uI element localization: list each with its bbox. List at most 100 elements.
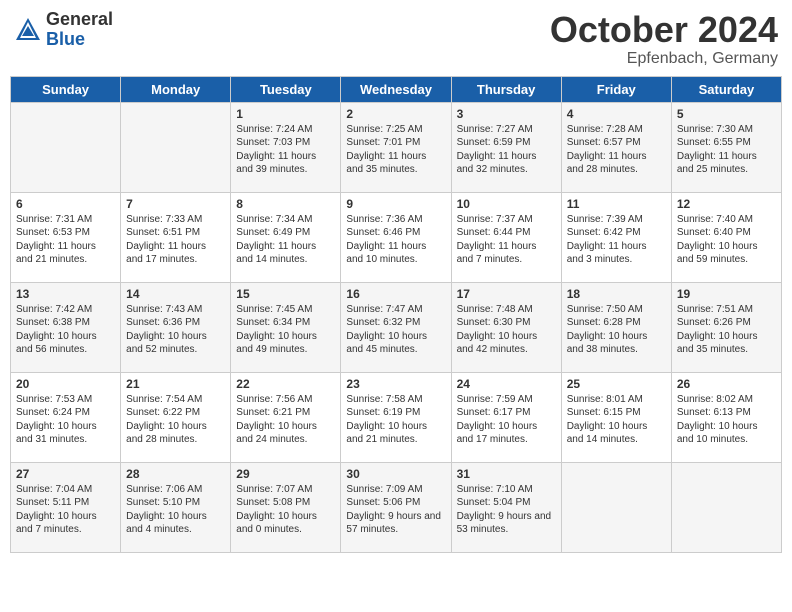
calendar-cell: 17 Sunrise: 7:48 AM Sunset: 6:30 PM Dayli… [451,282,561,372]
day-info: Sunrise: 7:50 AM Sunset: 6:28 PM Dayligh… [567,303,666,357]
day-number: 30 [346,467,445,481]
day-number: 19 [677,287,776,301]
logo-icon [14,16,42,44]
day-info: Sunrise: 7:34 AM Sunset: 6:49 PM Dayligh… [236,213,335,267]
logo: General Blue [14,10,113,50]
calendar-cell: 27Sunrise: 7:04 AM Sunset: 5:11 PM Dayli… [11,462,121,552]
day-info: Sunrise: 8:02 AM Sunset: 6:13 PM Dayligh… [677,393,776,447]
calendar-cell: 31Sunrise: 7:10 AM Sunset: 5:04 PM Dayli… [451,462,561,552]
day-info: Sunrise: 7:47 AM Sunset: 6:32 PM Dayligh… [346,303,445,357]
days-of-week-row: Sunday Monday Tuesday Wednesday Thursday… [11,76,782,102]
day-info: Sunrise: 7:54 AM Sunset: 6:22 PM Dayligh… [126,393,225,447]
calendar-week-3: 13Sunrise: 7:42 AM Sunset: 6:38 PM Dayli… [11,282,782,372]
page-header: General Blue October 2024 Epfenbach, Ger… [10,10,782,68]
day-info: Sunrise: 7:27 AM Sunset: 6:59 PM Dayligh… [457,123,556,177]
day-number: 10 [457,197,556,211]
calendar-cell: 18 Sunrise: 7:50 AM Sunset: 6:28 PM Dayli… [561,282,671,372]
calendar-cell: 4 Sunrise: 7:28 AM Sunset: 6:57 PM Daylig… [561,102,671,192]
day-number: 14 [126,287,225,301]
calendar-week-2: 6 Sunrise: 7:31 AM Sunset: 6:53 PM Daylig… [11,192,782,282]
title-block: October 2024 Epfenbach, Germany [550,10,778,68]
calendar-cell: 28Sunrise: 7:06 AM Sunset: 5:10 PM Dayli… [121,462,231,552]
calendar-body: 1Sunrise: 7:24 AM Sunset: 7:03 PM Daylig… [11,102,782,552]
day-number: 3 [457,107,556,121]
calendar-cell: 29Sunrise: 7:07 AM Sunset: 5:08 PM Dayli… [231,462,341,552]
day-info: Sunrise: 7:42 AM Sunset: 6:38 PM Dayligh… [16,303,115,357]
calendar-cell: 15 Sunrise: 7:45 AM Sunset: 6:34 PM Dayli… [231,282,341,372]
day-info: Sunrise: 7:45 AM Sunset: 6:34 PM Dayligh… [236,303,335,357]
day-number: 21 [126,377,225,391]
calendar-cell: 25 Sunrise: 8:01 AM Sunset: 6:15 PM Dayli… [561,372,671,462]
calendar-cell: 7 Sunrise: 7:33 AM Sunset: 6:51 PM Daylig… [121,192,231,282]
day-info: Sunrise: 7:40 AM Sunset: 6:40 PM Dayligh… [677,213,776,267]
day-number: 20 [16,377,115,391]
day-number: 6 [16,197,115,211]
day-number: 7 [126,197,225,211]
logo-general: General [46,10,113,30]
day-info: Sunrise: 7:36 AM Sunset: 6:46 PM Dayligh… [346,213,445,267]
day-info: Sunrise: 7:59 AM Sunset: 6:17 PM Dayligh… [457,393,556,447]
day-number: 9 [346,197,445,211]
day-number: 2 [346,107,445,121]
day-info: Sunrise: 7:43 AM Sunset: 6:36 PM Dayligh… [126,303,225,357]
day-info: Sunrise: 7:28 AM Sunset: 6:57 PM Dayligh… [567,123,666,177]
calendar-cell: 2 Sunrise: 7:25 AM Sunset: 7:01 PM Daylig… [341,102,451,192]
col-wednesday: Wednesday [341,76,451,102]
day-number: 12 [677,197,776,211]
calendar-week-1: 1Sunrise: 7:24 AM Sunset: 7:03 PM Daylig… [11,102,782,192]
day-number: 31 [457,467,556,481]
calendar-cell [671,462,781,552]
calendar-cell: 1Sunrise: 7:24 AM Sunset: 7:03 PM Daylig… [231,102,341,192]
day-info: Sunrise: 7:58 AM Sunset: 6:19 PM Dayligh… [346,393,445,447]
col-tuesday: Tuesday [231,76,341,102]
day-number: 11 [567,197,666,211]
day-info: Sunrise: 7:48 AM Sunset: 6:30 PM Dayligh… [457,303,556,357]
day-number: 16 [346,287,445,301]
day-number: 24 [457,377,556,391]
day-number: 15 [236,287,335,301]
day-info: Sunrise: 7:25 AM Sunset: 7:01 PM Dayligh… [346,123,445,177]
col-thursday: Thursday [451,76,561,102]
day-info: Sunrise: 7:24 AM Sunset: 7:03 PM Dayligh… [236,123,335,177]
calendar-cell: 8 Sunrise: 7:34 AM Sunset: 6:49 PM Daylig… [231,192,341,282]
calendar-cell: 30 Sunrise: 7:09 AM Sunset: 5:06 PM Dayli… [341,462,451,552]
calendar-cell: 14 Sunrise: 7:43 AM Sunset: 6:36 PM Dayli… [121,282,231,372]
day-number: 5 [677,107,776,121]
day-info: Sunrise: 7:39 AM Sunset: 6:42 PM Dayligh… [567,213,666,267]
calendar-cell: 6 Sunrise: 7:31 AM Sunset: 6:53 PM Daylig… [11,192,121,282]
col-sunday: Sunday [11,76,121,102]
day-info: Sunrise: 8:01 AM Sunset: 6:15 PM Dayligh… [567,393,666,447]
day-number: 18 [567,287,666,301]
day-number: 29 [236,467,335,481]
day-number: 25 [567,377,666,391]
day-number: 22 [236,377,335,391]
calendar-cell [11,102,121,192]
day-number: 26 [677,377,776,391]
month-title: October 2024 [550,10,778,50]
calendar-cell: 9 Sunrise: 7:36 AM Sunset: 6:46 PM Daylig… [341,192,451,282]
calendar-cell: 22 Sunrise: 7:56 AM Sunset: 6:21 PM Dayli… [231,372,341,462]
day-info: Sunrise: 7:31 AM Sunset: 6:53 PM Dayligh… [16,213,115,267]
calendar-cell: 16 Sunrise: 7:47 AM Sunset: 6:32 PM Dayli… [341,282,451,372]
calendar-cell: 5Sunrise: 7:30 AM Sunset: 6:55 PM Daylig… [671,102,781,192]
col-saturday: Saturday [671,76,781,102]
calendar-cell: 11 Sunrise: 7:39 AM Sunset: 6:42 PM Dayli… [561,192,671,282]
day-info: Sunrise: 7:56 AM Sunset: 6:21 PM Dayligh… [236,393,335,447]
day-info: Sunrise: 7:33 AM Sunset: 6:51 PM Dayligh… [126,213,225,267]
day-number: 17 [457,287,556,301]
calendar-header: Sunday Monday Tuesday Wednesday Thursday… [11,76,782,102]
calendar-cell: 21 Sunrise: 7:54 AM Sunset: 6:22 PM Dayli… [121,372,231,462]
day-number: 8 [236,197,335,211]
day-info: Sunrise: 7:04 AM Sunset: 5:11 PM Dayligh… [16,483,115,537]
location: Epfenbach, Germany [550,50,778,68]
day-number: 4 [567,107,666,121]
logo-blue: Blue [46,30,113,50]
calendar-cell: 19Sunrise: 7:51 AM Sunset: 6:26 PM Dayli… [671,282,781,372]
calendar-cell [121,102,231,192]
calendar-cell: 23Sunrise: 7:58 AM Sunset: 6:19 PM Dayli… [341,372,451,462]
day-number: 28 [126,467,225,481]
calendar-week-5: 27Sunrise: 7:04 AM Sunset: 5:11 PM Dayli… [11,462,782,552]
calendar-cell: 20Sunrise: 7:53 AM Sunset: 6:24 PM Dayli… [11,372,121,462]
day-info: Sunrise: 7:09 AM Sunset: 5:06 PM Dayligh… [346,483,445,537]
calendar-cell: 24 Sunrise: 7:59 AM Sunset: 6:17 PM Dayli… [451,372,561,462]
